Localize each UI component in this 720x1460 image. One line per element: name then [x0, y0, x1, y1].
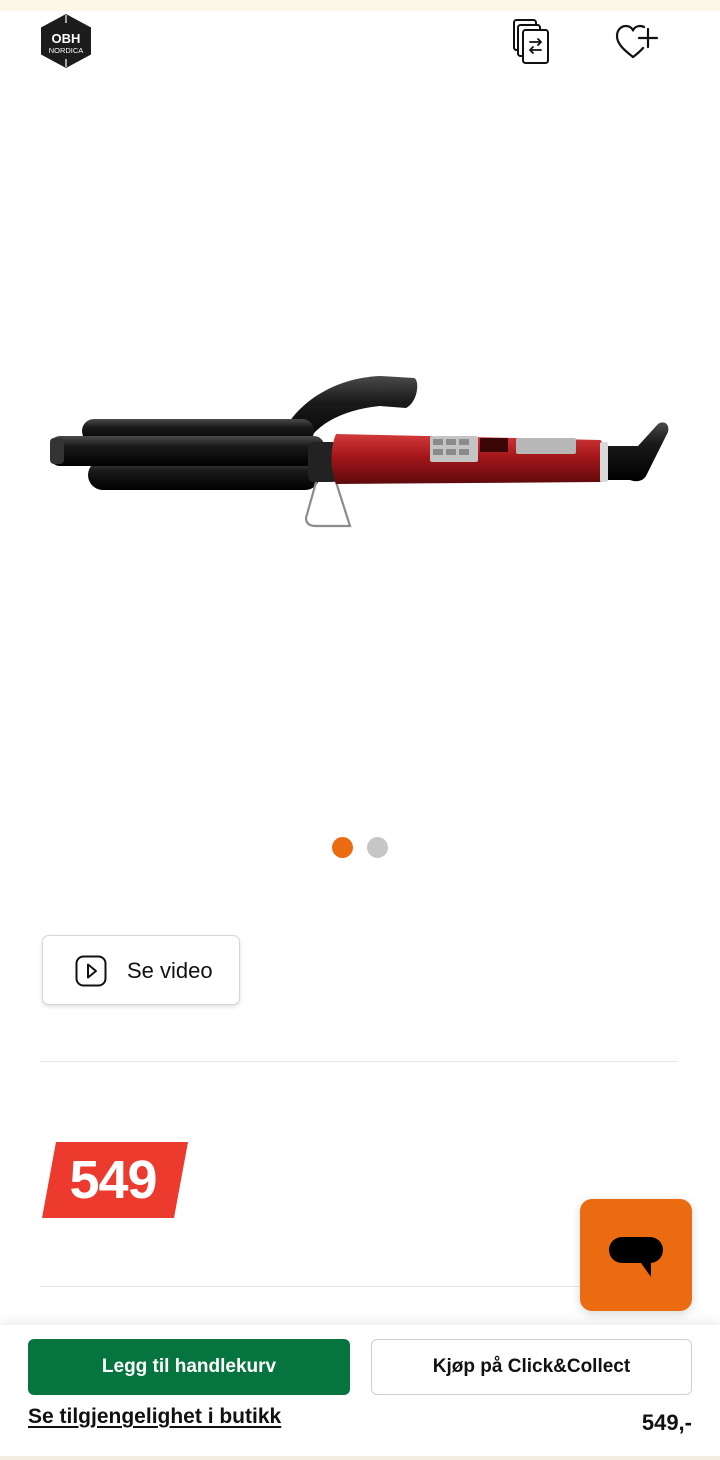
price-amount: 549: [69, 1150, 157, 1210]
wishlist-button[interactable]: [610, 17, 660, 65]
section-divider: [40, 1061, 678, 1062]
top-strip: [0, 0, 720, 11]
brand-logo[interactable]: OBH NORDICA: [40, 13, 92, 69]
compare-icon: [513, 19, 549, 64]
bottom-strip: [0, 1456, 720, 1460]
price-badge: 549: [42, 1142, 188, 1218]
store-availability-link[interactable]: Se tilgjengelighet i butikk: [28, 1403, 281, 1431]
watch-video-button[interactable]: Se video: [42, 935, 240, 1005]
brand-logo-line2: NORDICA: [49, 46, 84, 55]
bottom-price: 549,-: [641, 1410, 692, 1435]
product-image[interactable]: [40, 350, 680, 550]
chat-button[interactable]: [580, 1199, 692, 1311]
product-header: OBH NORDICA: [0, 11, 720, 73]
compare-button[interactable]: [506, 17, 554, 65]
click-collect-button[interactable]: Kjøp på Click&Collect: [371, 1339, 692, 1395]
image-carousel-indicator: [330, 836, 392, 860]
obh-nordica-logo-icon: OBH NORDICA: [41, 14, 91, 68]
brand-logo-line1: OBH: [52, 31, 81, 46]
chat-bubble-icon: [609, 1237, 663, 1277]
heart-plus-icon: [615, 24, 659, 59]
carousel-dot-2[interactable]: [367, 837, 388, 858]
add-to-cart-button[interactable]: Legg til handlekurv: [28, 1339, 350, 1395]
purchase-bar: Legg til handlekurv Kjøp på Click&Collec…: [0, 1325, 720, 1460]
carousel-dot-1[interactable]: [332, 837, 353, 858]
hair-waver-image: [50, 376, 669, 528]
watch-video-label: Se video: [127, 958, 213, 983]
play-icon: [75, 955, 107, 987]
